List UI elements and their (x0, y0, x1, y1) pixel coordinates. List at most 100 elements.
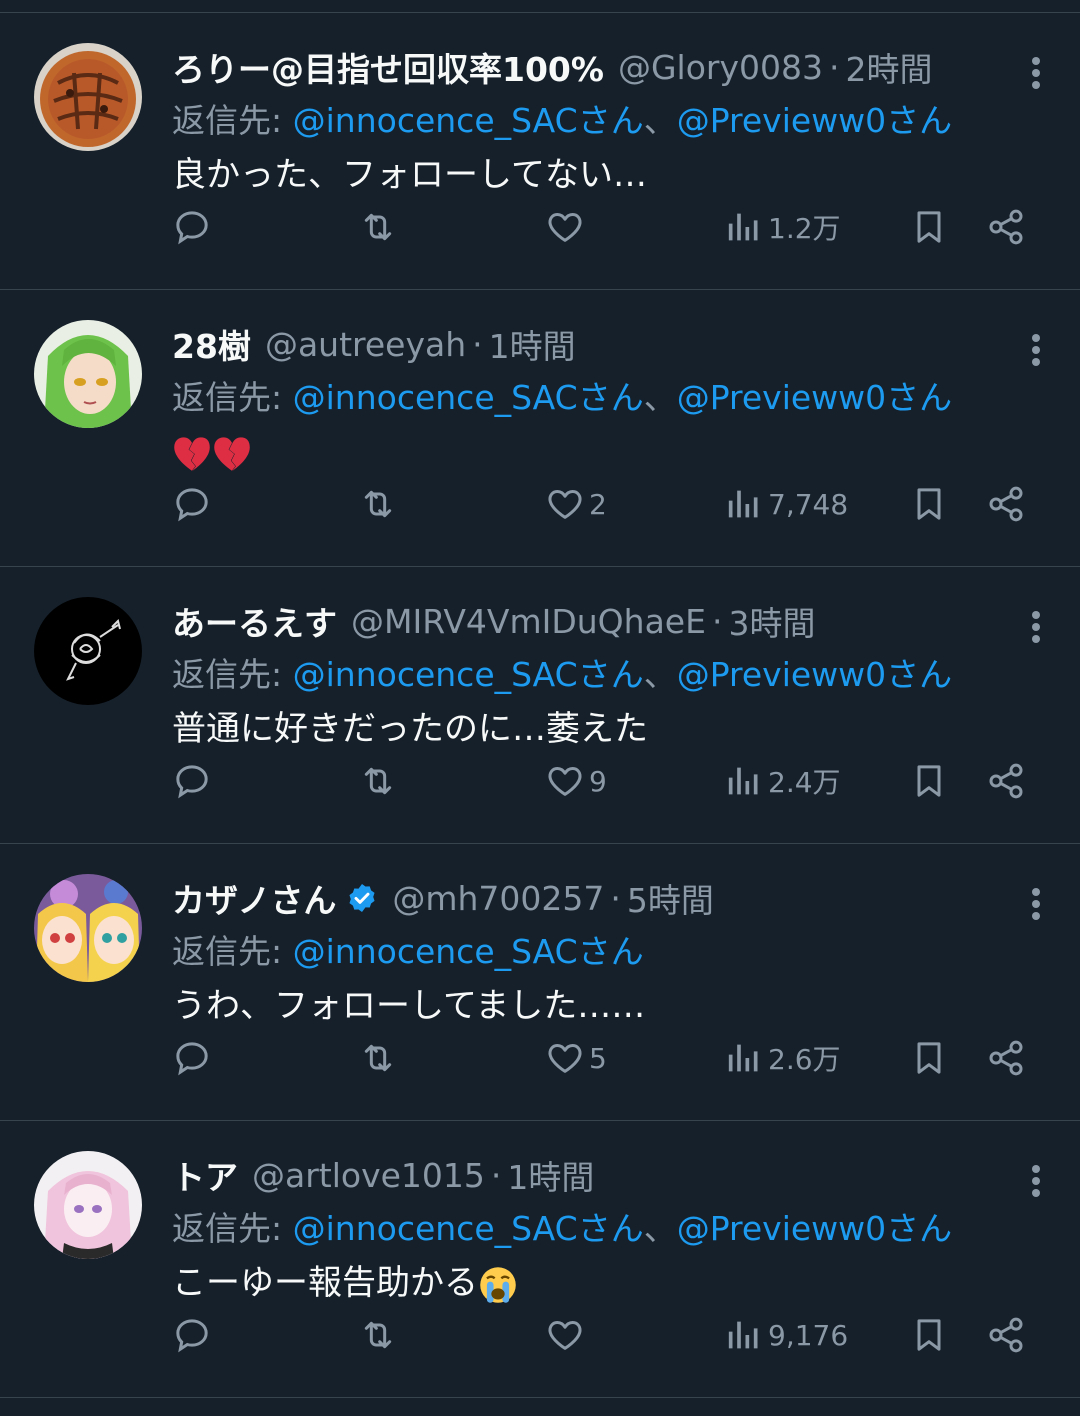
heart-icon (548, 1044, 582, 1073)
tweet[interactable]: 28樹 @autreeyah · 1時間 返信先: @innocence_SAC… (0, 290, 1080, 567)
reply-prefix: 返信先: (172, 378, 283, 417)
like-button[interactable]: 9 (545, 751, 607, 811)
bookmark-icon (917, 211, 941, 243)
display-name[interactable]: 28樹 (172, 320, 251, 368)
avatar[interactable] (34, 874, 142, 982)
more-options-icon[interactable] (1024, 53, 1048, 93)
reply-button[interactable] (172, 751, 212, 811)
heart-icon (548, 767, 582, 796)
retweet-icon (364, 1044, 392, 1072)
share-button[interactable] (986, 197, 1026, 257)
like-button[interactable] (545, 197, 589, 257)
views-button[interactable]: 9,176 (724, 1305, 848, 1365)
heart-icon (548, 490, 582, 519)
share-button[interactable] (986, 1028, 1026, 1088)
more-options-icon[interactable] (1024, 330, 1048, 370)
user-handle[interactable]: @artlove1015 (252, 1156, 485, 1195)
views-icon (728, 213, 758, 241)
like-button[interactable]: 2 (545, 474, 607, 534)
more-options-icon[interactable] (1024, 884, 1048, 924)
mention-link[interactable]: @innocence_SACさん (293, 378, 644, 417)
user-handle[interactable]: @mh700257 (392, 879, 604, 918)
tweet-text: こーゆー報告助かる (172, 1255, 1040, 1311)
mention-link[interactable]: @innocence_SACさん (293, 932, 644, 971)
timestamp[interactable]: 2時間 (845, 43, 932, 91)
retweet-button[interactable] (358, 1028, 398, 1088)
bookmark-button[interactable] (909, 751, 949, 811)
more-options-icon[interactable] (1024, 1161, 1048, 1201)
reply-context: 返信先: @innocence_SACさん、@Previeww0さん (172, 1209, 953, 1248)
views-button[interactable]: 7,748 (724, 474, 848, 534)
like-button[interactable]: 5 (545, 1028, 607, 1088)
bookmark-button[interactable] (909, 474, 949, 534)
crying-face-icon (480, 1266, 516, 1303)
avatar[interactable] (34, 320, 142, 428)
display-name[interactable]: ろりー@目指せ回収率100% (172, 43, 604, 91)
user-handle[interactable]: @MIRV4VmIDuQhaeE (351, 602, 706, 641)
tweet-text: 良かった、フォローしてない… (172, 155, 647, 195)
display-name[interactable]: あーるえす (172, 597, 337, 645)
reply-button[interactable] (172, 474, 212, 534)
retweet-button[interactable] (358, 474, 398, 534)
mention-link[interactable]: @Previeww0さん (677, 101, 952, 140)
mention-link[interactable]: @Previeww0さん (677, 1209, 952, 1248)
mention-link[interactable]: @innocence_SACさん (293, 1209, 644, 1248)
like-button[interactable] (545, 1305, 589, 1365)
user-handle[interactable]: @autreeyah (265, 325, 466, 364)
views-button[interactable]: 2.6万 (724, 1028, 841, 1088)
views-icon (728, 1321, 758, 1349)
tweet[interactable]: トア @artlove1015 · 1時間 返信先: @innocence_SA… (0, 1121, 1080, 1398)
action-bar: 9 2.4万 (0, 751, 1080, 811)
user-handle[interactable]: @Glory0083 (618, 48, 823, 87)
avatar[interactable] (34, 43, 142, 151)
retweet-button[interactable] (358, 1305, 398, 1365)
view-count: 7,748 (768, 487, 849, 521)
bookmark-button[interactable] (909, 1305, 949, 1365)
mention-link[interactable]: @innocence_SACさん (293, 101, 644, 140)
like-count: 5 (589, 1041, 607, 1075)
retweet-icon (364, 213, 392, 241)
retweet-button[interactable] (358, 197, 398, 257)
tweet[interactable]: あーるえす @MIRV4VmIDuQhaeE · 3時間 返信先: @innoc… (0, 567, 1080, 844)
tweet[interactable]: カザノさん @mh700257 · 5時間 返信先: @innocence_SA… (0, 844, 1080, 1121)
share-button[interactable] (986, 474, 1026, 534)
share-button[interactable] (986, 751, 1026, 811)
verified-badge-icon[interactable] (346, 882, 378, 914)
views-button[interactable]: 1.2万 (724, 197, 841, 257)
timestamp[interactable]: 1時間 (507, 1151, 594, 1199)
reply-button[interactable] (172, 1028, 212, 1088)
mention-link[interactable]: @Previeww0さん (677, 655, 952, 694)
bookmark-button[interactable] (909, 197, 949, 257)
views-icon (728, 1044, 758, 1072)
reply-prefix: 返信先: (172, 932, 283, 971)
display-name[interactable]: カザノさん (172, 874, 336, 922)
like-count: 2 (589, 487, 607, 521)
views-button[interactable]: 2.4万 (724, 751, 841, 811)
more-options-icon[interactable] (1024, 607, 1048, 647)
retweet-button[interactable] (358, 751, 398, 811)
reply-button[interactable] (172, 197, 212, 257)
reply-button[interactable] (172, 1305, 212, 1365)
action-bar: 9,176 (0, 1305, 1080, 1365)
mention-link[interactable]: @Previeww0さん (677, 378, 952, 417)
retweet-icon (364, 1321, 392, 1349)
display-name[interactable]: トア (172, 1151, 238, 1199)
heart-icon (548, 213, 582, 242)
mention-link[interactable]: @innocence_SACさん (293, 655, 644, 694)
tweet[interactable]: ろりー@目指せ回収率100% @Glory0083 · 2時間 返信先: @in… (0, 13, 1080, 290)
action-bar: 1.2万 (0, 197, 1080, 257)
avatar[interactable] (34, 597, 142, 705)
reply-icon (176, 488, 208, 522)
share-button[interactable] (986, 1305, 1026, 1365)
bookmark-button[interactable] (909, 1028, 949, 1088)
reply-icon (176, 1042, 208, 1076)
timestamp[interactable]: 5時間 (627, 874, 714, 922)
broken-heart-icon (214, 436, 250, 471)
avatar[interactable] (34, 1151, 142, 1259)
view-count: 2.6万 (768, 1043, 841, 1076)
timestamp[interactable]: 3時間 (728, 597, 815, 645)
timestamp[interactable]: 1時間 (489, 320, 576, 368)
reply-icon (176, 1319, 208, 1353)
green-hair-character-avatar-icon (34, 320, 142, 428)
reply-context: 返信先: @innocence_SACさん (172, 926, 1040, 978)
